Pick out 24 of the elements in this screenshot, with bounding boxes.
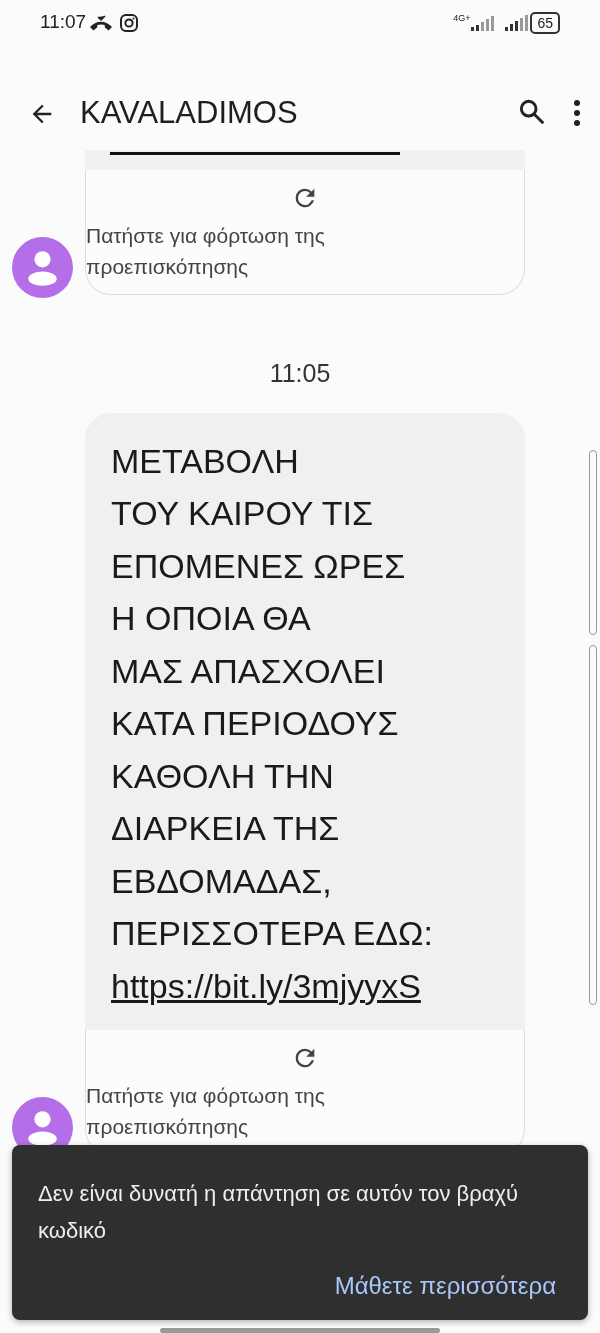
snackbar-message: Δεν είναι δυνατή η απάντηση σε αυτόν τον βραχύ κωδικό <box>38 1180 520 1245</box>
contact-name: KAVALADIMOS <box>80 93 298 132</box>
battery-text: 65 <box>530 11 560 34</box>
message-text: ΚΑΘΟΛΗ ΤΗΝ <box>111 755 335 797</box>
message-text: ΜΕΤΑΒΟΛΗ <box>111 440 300 482</box>
message-text: Η ΟΠΟΙΑ ΘΑ <box>111 598 312 639</box>
camera-app-icon <box>120 13 139 32</box>
signal-icon <box>504 13 531 32</box>
learn-more-link[interactable]: Μάθετε περισσότερα <box>334 1268 556 1304</box>
message-text: ΕΠΟΜΕΝΕΣ ΩΡΕΣ <box>111 545 407 587</box>
message-text: ΠΕΡΙΣΣΟΤΕΡΑ ΕΔΩ: <box>111 913 434 954</box>
message-text: ΤΟΥ ΚΑΙΡΟΥ ΤΙΣ <box>111 493 374 534</box>
message-text: ΚΑΤΑ ΠΕΡΙΟΔΟΥΣ <box>111 703 400 744</box>
message-text: ΕΒΔΟΜΑΔΑΣ, <box>111 860 333 902</box>
status-time: 11:07 <box>40 10 87 35</box>
missed-call-icon <box>90 14 113 31</box>
message-text: ΜΑΣ ΑΠΑΣΧΟΛΕΙ <box>111 650 386 692</box>
avatar-icon <box>12 237 73 298</box>
message-timestamp: 11:05 <box>268 358 332 389</box>
more-options-icon[interactable] <box>572 98 582 128</box>
message-text: ΔΙΑΡΚΕΙΑ ΤΗΣ <box>111 808 341 849</box>
signal-icon <box>470 13 497 32</box>
message-link[interactable]: https://bit.ly/3mjyyxS <box>111 966 421 1005</box>
network-type: 4G+ <box>453 12 471 25</box>
